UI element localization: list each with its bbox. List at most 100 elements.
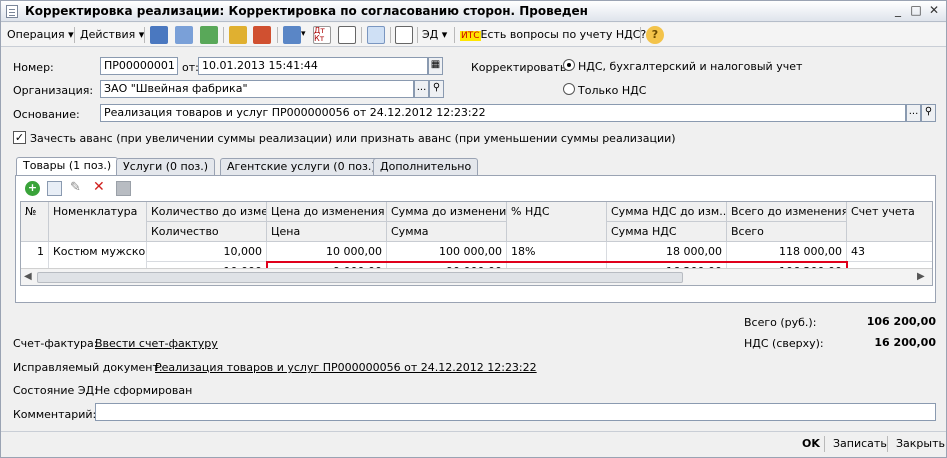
col-header-number[interactable]: № (21, 202, 49, 242)
calendar-icon[interactable]: ▦ (428, 57, 443, 75)
tab-agent-services[interactable]: Агентские услуги (0 поз.) (220, 158, 383, 176)
cell-account[interactable]: 43 (847, 242, 932, 262)
separator (223, 27, 224, 43)
col-header-qty[interactable]: Количество (147, 222, 267, 242)
col-header-total-before[interactable]: Всего до изменения (727, 202, 847, 222)
document-window: Корректировка реализации: Корректировка … (0, 0, 947, 458)
actions-label: Действия (80, 28, 136, 41)
organization-field[interactable]: ЗАО "Швейная фабрика" (100, 80, 414, 98)
cell-qty-before[interactable]: 10,000 (147, 242, 267, 262)
list-icon[interactable] (395, 26, 413, 44)
separator (144, 27, 145, 43)
post-and-close-icon[interactable] (150, 26, 168, 44)
ed-state-label: Состояние ЭД: (13, 384, 98, 397)
cell-price-before[interactable]: 10 000,00 (267, 242, 387, 262)
close-button[interactable]: Закрыть (896, 437, 945, 450)
number-field[interactable]: ПР00000001 (100, 57, 178, 75)
col-header-sum-before[interactable]: Сумма до изменения (387, 202, 507, 222)
organization-label: Организация: (13, 84, 94, 97)
col-header-qty-before[interactable]: Количество до изме... (147, 202, 267, 222)
cell-total-before[interactable]: 118 000,00 (727, 242, 847, 262)
copy-icon[interactable] (175, 26, 193, 44)
corrected-document-link[interactable]: Реализация товаров и услуг ПР000000056 о… (155, 361, 537, 374)
its-badge: ИТС (460, 31, 481, 41)
minimize-icon[interactable]: _ (890, 3, 906, 19)
col-header-vat-before[interactable]: Сумма НДС до изм... (607, 202, 727, 222)
col-header-account[interactable]: Счет учета (847, 202, 932, 242)
corrected-document-label: Исправляемый документ: (13, 361, 163, 374)
basis-field[interactable]: Реализация товаров и услуг ПР000000056 о… (100, 104, 906, 122)
separator (887, 436, 888, 452)
advance-checkbox-label: Зачесть аванс (при увеличении суммы реал… (30, 132, 676, 145)
ok-button[interactable]: OK (802, 437, 820, 450)
its-vat-questions-menu[interactable]: ИТСЕсть вопросы по учету НДС? ▾ (460, 26, 655, 44)
enter-invoice-link[interactable]: Ввести счет-фактуру (95, 337, 218, 350)
delete-row-icon[interactable]: ✕ (93, 179, 107, 195)
ed-menu[interactable]: ЭД ▾ (422, 26, 447, 44)
window-title: Корректировка реализации: Корректировка … (25, 4, 588, 18)
radio-vat-only[interactable] (563, 83, 575, 95)
operation-menu[interactable]: Операция ▾ (7, 26, 74, 44)
dt-kt-icon[interactable]: Дт Кт (313, 26, 331, 44)
cell-sum-before[interactable]: 100 000,00 (387, 242, 507, 262)
close-icon[interactable]: ✕ (926, 3, 942, 19)
operation-label: Операция (7, 28, 65, 41)
invoice-label: Счет-фактура: (13, 337, 98, 350)
actions-menu[interactable]: Действия ▾ (80, 26, 144, 44)
col-header-total[interactable]: Всего (727, 222, 847, 242)
edit-row-icon[interactable]: ✎ (70, 180, 84, 196)
col-header-vat[interactable]: Сумма НДС (607, 222, 727, 242)
number-label: Номер: (13, 61, 54, 74)
ed-state-value: Не сформирован (95, 384, 193, 397)
help-icon[interactable]: ? (646, 26, 664, 44)
basis-label: Основание: (13, 108, 80, 121)
advance-checkbox[interactable]: ✓ (13, 131, 26, 144)
refresh-icon[interactable] (200, 26, 218, 44)
date-field[interactable]: 10.01.2013 15:41:44 (198, 57, 428, 75)
ed-label: ЭД (422, 28, 439, 41)
radio-vat-accounting[interactable] (563, 59, 575, 71)
scrollbar-thumb[interactable] (37, 272, 683, 283)
based-on-icon[interactable] (283, 26, 301, 44)
post-icon[interactable] (229, 26, 247, 44)
col-header-price-before[interactable]: Цена до изменения (267, 202, 387, 222)
separator (74, 27, 75, 43)
col-header-item[interactable]: Номенклатура (49, 202, 147, 242)
col-header-price[interactable]: Цена (267, 222, 387, 242)
tab-services[interactable]: Услуги (0 поз.) (116, 158, 216, 176)
cell-vat-rate[interactable]: 18% (507, 242, 607, 262)
search-icon[interactable]: ⚲ (921, 104, 936, 122)
correct-label: Корректировать: (471, 61, 571, 74)
journal-icon[interactable] (338, 26, 356, 44)
cell-vat-before[interactable]: 18 000,00 (607, 242, 727, 262)
scroll-left-icon[interactable]: ◀ (24, 271, 32, 282)
separator (454, 27, 455, 43)
separator (277, 27, 278, 43)
add-row-icon[interactable]: + (25, 181, 40, 196)
total-label: Всего (руб.): (744, 316, 817, 329)
save-row-icon[interactable] (116, 181, 131, 196)
save-button[interactable]: Записать (833, 437, 887, 450)
scroll-right-icon[interactable]: ▶ (917, 271, 925, 282)
tab-additional[interactable]: Дополнительно (373, 158, 479, 176)
maximize-icon[interactable]: □ (908, 3, 924, 19)
toolbar: Операция ▾ Действия ▾ ▾ Дт Кт ЭД ▾ ИТСЕст… (1, 23, 946, 47)
vat-label: НДС (сверху): (744, 337, 824, 350)
based-on-dropdown-icon[interactable]: ▾ (301, 26, 306, 44)
unpost-icon[interactable] (253, 26, 271, 44)
radio-vat-only-label: Только НДС (578, 84, 647, 97)
goods-table: № Номенклатура Количество до изме... Цен… (20, 201, 933, 286)
separator (361, 27, 362, 43)
horizontal-scrollbar[interactable]: ◀ ▶ (21, 268, 932, 285)
copy-row-icon[interactable] (47, 181, 62, 196)
col-header-sum[interactable]: Сумма (387, 222, 507, 242)
select-ellipsis-icon[interactable]: ... (414, 80, 429, 98)
structure-icon[interactable] (367, 26, 385, 44)
its-label: Есть вопросы по учету НДС? (480, 28, 647, 41)
select-ellipsis-icon[interactable]: ... (906, 104, 921, 122)
col-header-vat-rate[interactable]: % НДС (507, 202, 607, 242)
comment-field[interactable] (95, 403, 936, 421)
tab-goods[interactable]: Товары (1 поз.) (16, 157, 119, 176)
total-value: 106 200,00 (866, 315, 936, 328)
search-icon[interactable]: ⚲ (429, 80, 444, 98)
